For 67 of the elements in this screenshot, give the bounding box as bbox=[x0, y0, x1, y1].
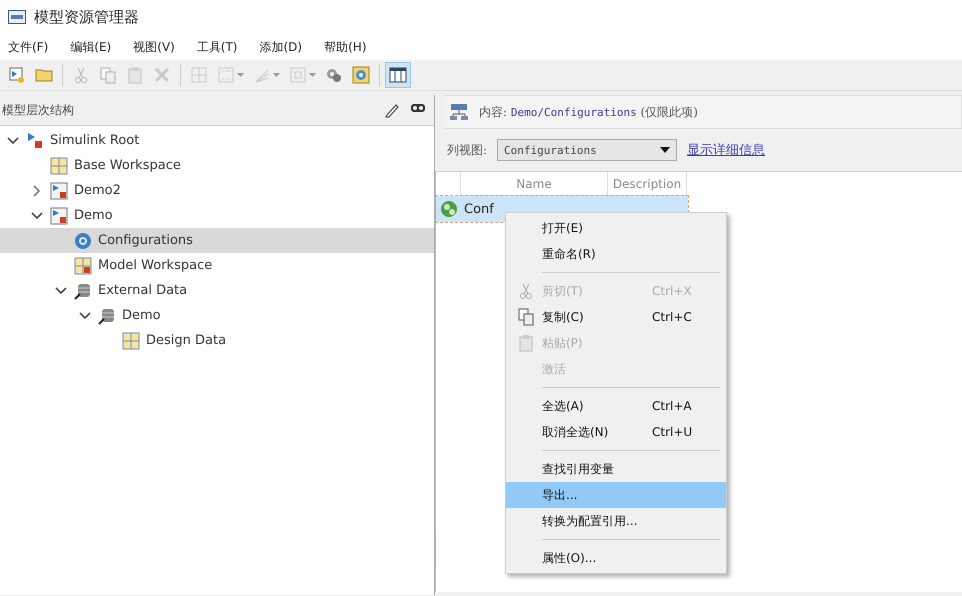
show-details-link[interactable]: 显示详细信息 bbox=[687, 141, 766, 159]
menu-item[interactable]: 查找引用变量 bbox=[506, 456, 726, 482]
chevron-right-icon bbox=[33, 184, 41, 196]
menu-item[interactable]: 取消全选(N) Ctrl+U bbox=[506, 419, 726, 445]
tree-item[interactable]: Demo bbox=[0, 303, 434, 328]
chevron-down-icon bbox=[31, 212, 43, 220]
window-title: 模型资源管理器 bbox=[34, 8, 139, 26]
pencil-icon bbox=[384, 102, 400, 118]
mask-icon bbox=[410, 102, 426, 114]
workspace-icon bbox=[122, 332, 140, 350]
caret-icon bbox=[237, 73, 244, 77]
menu-item[interactable]: 重命名(R) bbox=[506, 241, 726, 267]
model-icon bbox=[50, 182, 68, 200]
menu-item[interactable]: 复制(C) Ctrl+C bbox=[506, 304, 726, 330]
tree-item[interactable]: Demo bbox=[0, 203, 434, 228]
chevron-down-icon bbox=[79, 312, 91, 320]
gears-icon bbox=[440, 200, 458, 218]
caret-icon bbox=[660, 147, 670, 153]
app-icon bbox=[8, 10, 26, 24]
menu-item[interactable]: 全选(A) Ctrl+A bbox=[506, 393, 726, 419]
caret-icon bbox=[309, 73, 316, 77]
menu-item[interactable]: 添加(D) bbox=[254, 36, 308, 58]
menu-item[interactable]: 导出... bbox=[506, 482, 726, 508]
toolbar-button[interactable] bbox=[385, 62, 411, 88]
hierarchy-icon bbox=[449, 103, 469, 121]
menu-item[interactable]: 编辑(E) bbox=[64, 36, 118, 58]
gear-icon bbox=[74, 232, 92, 250]
database-icon bbox=[74, 282, 92, 300]
column-view-dropdown[interactable]: Configurations bbox=[497, 139, 678, 161]
delete-icon bbox=[153, 66, 171, 84]
tree-item[interactable]: Simulink Root bbox=[0, 128, 434, 153]
workspace-icon bbox=[74, 256, 92, 274]
tree-item[interactable]: Demo2 bbox=[0, 178, 434, 203]
menu-item[interactable]: 帮助(H) bbox=[318, 36, 372, 58]
menu-item[interactable]: 属性(O)... bbox=[506, 545, 726, 571]
bracket-icon bbox=[217, 66, 235, 84]
field-icon bbox=[289, 66, 307, 84]
database-icon bbox=[98, 306, 116, 324]
menu-item[interactable]: 视图(V) bbox=[127, 36, 181, 58]
model-icon bbox=[26, 132, 44, 150]
gears-icon bbox=[325, 66, 343, 84]
grid-icon bbox=[190, 66, 208, 84]
panel-title: 模型层次结构 bbox=[1, 102, 74, 118]
contents-path: 内容: Demo/Configurations (仅限此项) bbox=[479, 104, 698, 120]
config-icon bbox=[352, 66, 370, 84]
tree-item[interactable]: External Data bbox=[0, 278, 434, 303]
model-icon bbox=[50, 206, 68, 224]
tree-item[interactable]: Configurations bbox=[0, 228, 434, 253]
tree-item[interactable]: Model Workspace bbox=[0, 253, 434, 278]
caret-icon bbox=[273, 73, 280, 77]
workspace-icon bbox=[50, 156, 68, 174]
column-view-label: 列视图: bbox=[447, 142, 488, 158]
scissors-icon bbox=[72, 66, 90, 84]
paste-icon bbox=[518, 334, 534, 352]
tree-item[interactable]: Base Workspace bbox=[0, 153, 434, 178]
scissors-icon bbox=[519, 282, 533, 300]
chevron-down-icon bbox=[7, 136, 19, 144]
menu-item[interactable]: 工具(T) bbox=[190, 36, 244, 58]
paste-icon bbox=[126, 66, 144, 84]
menu-item[interactable]: 转换为配置引用... bbox=[506, 508, 726, 534]
import-icon bbox=[8, 66, 26, 84]
copy-icon bbox=[518, 308, 534, 326]
copy-icon bbox=[99, 66, 117, 84]
chevron-down-icon bbox=[55, 286, 67, 294]
columns-icon bbox=[389, 66, 407, 84]
tree-item[interactable]: Design Data bbox=[0, 328, 434, 353]
menu-item[interactable]: 文件(F) bbox=[2, 36, 54, 58]
